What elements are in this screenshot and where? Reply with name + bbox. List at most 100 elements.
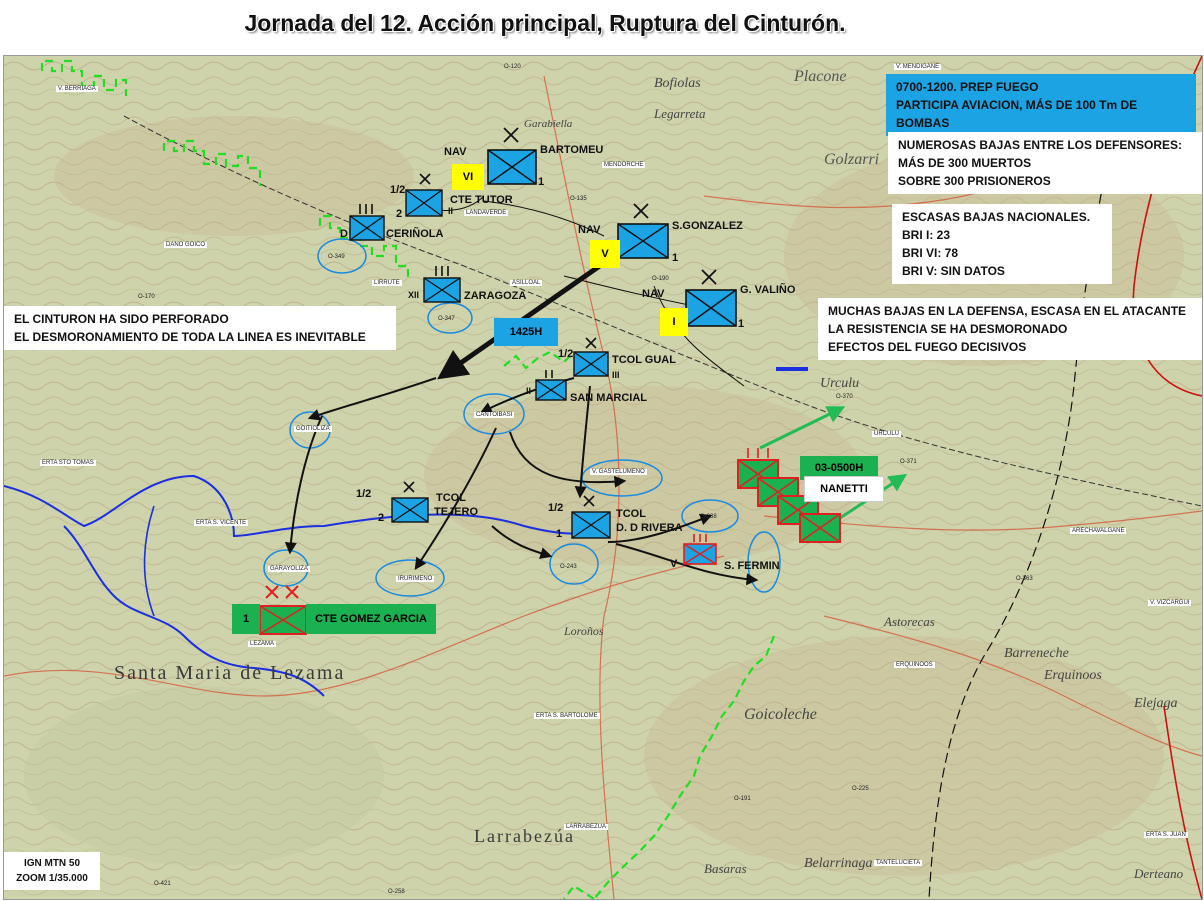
place-label: GARAYOLIZA <box>268 566 310 572</box>
nav-label: NAV <box>444 146 467 158</box>
info-line: NUMEROSAS BAJAS ENTRE LOS DEFENSORES: <box>898 138 1183 152</box>
info-line: LA RESISTENCIA SE HA DESMORONADO <box>828 322 1068 336</box>
map-place-label: Golzarri <box>824 151 880 168</box>
position-marker <box>776 367 808 371</box>
map-place-label: Derteano <box>1134 866 1184 881</box>
map-place-label: Erquinoos <box>1044 668 1102 683</box>
info-box-bajas-nacionales: ESCASAS BAJAS NACIONALES. BRI I: 23 BRI … <box>892 204 1112 284</box>
place-label: CANTOIBASI <box>474 412 515 418</box>
enemy-unit-4 <box>799 513 841 543</box>
unit-prefix-label: V <box>670 558 678 570</box>
road-code: O-190 <box>652 276 669 282</box>
map-place-label: Goicoleche <box>744 706 817 723</box>
road-code: O-238 <box>700 514 717 520</box>
map-place-label: Astorecas <box>884 614 935 629</box>
map-frame: V. BERRIAGA V. MENDIGANE DANO GOICO LIRR… <box>3 55 1203 900</box>
map-place-label: Legarreta <box>654 106 706 121</box>
map-zoom-label: ZOOM 1/35.000 <box>16 873 88 884</box>
unit-name-label: BARTOMEU <box>540 144 604 156</box>
unit-fraction-label: 1/2 <box>390 184 406 196</box>
place-label: ASILLOAL <box>510 280 543 286</box>
place-label: URCULU <box>872 431 902 437</box>
unit-name-label: ZARAGOZA <box>464 290 527 302</box>
road-code: O-243 <box>560 564 577 570</box>
road-code: O-349 <box>328 254 345 260</box>
place-label: LEZAMA <box>248 641 277 647</box>
unit-name-label: TCOL GUAL <box>612 354 676 366</box>
unit-name-label: TCOL <box>436 492 466 504</box>
place-label: ERQUINOOS <box>894 662 935 668</box>
place-label: ERTA S. BARTOLOME <box>534 713 600 719</box>
info-line: EFECTOS DEL FUEGO DECISIVOS <box>828 340 1027 354</box>
road-code: O-363 <box>1016 576 1033 582</box>
unit-name-label: TEJERO <box>434 506 479 518</box>
unit-echelon-label: II <box>448 206 454 216</box>
unit-echelon-label: III <box>612 370 620 380</box>
unit-name-label: S. FERMIN <box>724 560 780 572</box>
place-label: LANDAVERDE <box>464 210 509 216</box>
map-place-label: Urculu <box>820 376 860 391</box>
unit-tag-gomez: CTE GOMEZ GARCIA <box>306 604 436 634</box>
place-label: V. BERRIAGA <box>56 86 98 92</box>
info-line: ESCASAS BAJAS NACIONALES. <box>902 210 1091 224</box>
road-code: O-225 <box>852 786 869 792</box>
map-place-label: Placone <box>794 68 847 85</box>
unit-number-label: 1 <box>538 176 545 188</box>
unit-name-label: G. VALIÑO <box>740 284 796 296</box>
unit-number-label: 1 <box>738 318 745 330</box>
map-scale-box: IGN MTN 50 ZOOM 1/35.000 <box>4 852 100 890</box>
unit-prefix-label: D <box>340 228 348 240</box>
info-line: BRI VI: 78 <box>902 246 959 260</box>
info-line: EL DESMORONAMIENTO DE TODA LA LINEA ES I… <box>14 330 366 344</box>
info-box-resistencia: MUCHAS BAJAS EN LA DEFENSA, ESCASA EN EL… <box>818 298 1202 360</box>
info-line: BRI I: 23 <box>902 228 951 242</box>
place-label: V. GASTELUMENO <box>590 469 647 475</box>
place-label: V. MENDIGANE <box>894 64 942 70</box>
unit-name-label: TCOL <box>616 508 646 520</box>
road-code: O-258 <box>388 889 405 895</box>
road-code: O-135 <box>570 196 587 202</box>
unit-name-label: S.GONZALEZ <box>672 220 743 232</box>
unit-number-label: 2 <box>396 208 403 220</box>
info-line: EL CINTURON HA SIDO PERFORADO <box>14 312 229 326</box>
map-place-label: Garabiella <box>524 118 573 130</box>
unit-fraction-label: 1/2 <box>548 502 564 514</box>
map-place-label: Loroños <box>564 624 604 638</box>
info-line: BRI V: SIN DATOS <box>902 264 1005 278</box>
unit-fraction-label: 1/2 <box>558 348 574 360</box>
info-line: MUCHAS BAJAS EN LA DEFENSA, ESCASA EN EL… <box>828 304 1187 318</box>
info-box-prep-fuego: 0700-1200. PREP FUEGO PARTICIPA AVIACION… <box>886 74 1196 136</box>
info-box-bajas-defensores: NUMEROSAS BAJAS ENTRE LOS DEFENSORES: MÁ… <box>888 132 1202 194</box>
unit-name-label: CTE TUTOR <box>450 194 513 206</box>
unit-name-label: CERIÑOLA <box>386 228 444 240</box>
unit-number-tag: 1 <box>232 604 260 634</box>
map-place-label: Belarrinaga <box>804 856 873 871</box>
unit-name-label: D. D RIVERA <box>616 522 683 534</box>
map-town-label: Larrabezúa <box>474 826 575 846</box>
nav-label: NAV <box>642 288 665 300</box>
valley-shade <box>24 686 384 866</box>
brigade-tag-vi: VI <box>452 164 484 190</box>
map-place-label: Barreneche <box>1004 646 1069 661</box>
info-line: PARTICIPA AVIACION, MÁS DE 100 Tm DE BOM… <box>896 98 1138 130</box>
brigade-tag-v: V <box>590 240 620 268</box>
brigade-tag-i: I <box>660 308 688 336</box>
place-label: ARECHAVALGANE <box>1070 528 1127 534</box>
info-line: 0700-1200. PREP FUEGO <box>896 80 1039 94</box>
map-source-label: IGN MTN 50 <box>23 858 81 869</box>
unit-echelon-label: II <box>526 386 532 396</box>
place-label: MENDORCHE <box>602 162 646 168</box>
place-label: DANO GOICO <box>164 242 208 248</box>
page-title: Jornada del 12. Acción principal, Ruptur… <box>244 10 846 36</box>
road-code: O-170 <box>138 294 155 300</box>
time-tag-1425: 1425H <box>494 318 558 346</box>
place-label: TANTELUCIETA <box>874 860 923 866</box>
place-label: ERTA STO TOMAS <box>40 460 96 466</box>
unit-name-label: SAN MARCIAL <box>570 392 647 404</box>
place-label: LIRRUTE <box>372 280 402 286</box>
nav-label: NAV <box>578 224 601 236</box>
place-label: V. VIZCARGUI <box>1148 600 1192 606</box>
map-place-label: Bofiolas <box>654 76 701 91</box>
info-line: SOBRE 300 PRISIONEROS <box>898 174 1051 188</box>
road-code: O-347 <box>438 316 455 322</box>
